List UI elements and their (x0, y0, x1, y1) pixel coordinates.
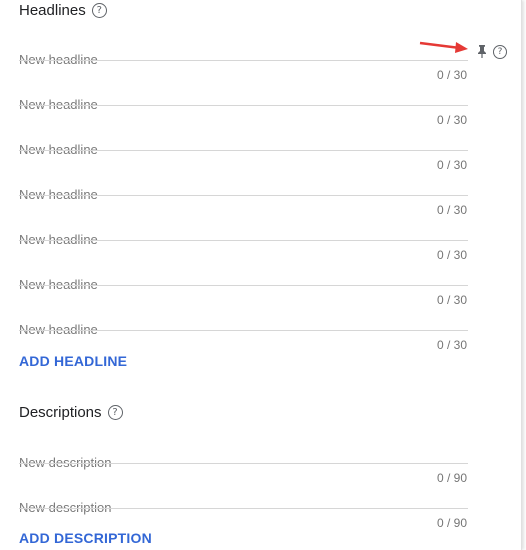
headlines-title-text: Headlines (19, 2, 86, 19)
pin-icon[interactable] (477, 45, 487, 58)
descriptions-title-text: Descriptions (19, 404, 102, 421)
headline-counter-5: 0 / 30 (436, 248, 467, 262)
headline-input-5[interactable] (19, 224, 439, 254)
headline-input-4[interactable] (19, 179, 439, 209)
headline-counter-7: 0 / 30 (436, 338, 467, 352)
description-underline-1 (19, 463, 468, 464)
description-counter-2: 0 / 90 (436, 516, 467, 530)
headline-counter-6: 0 / 30 (436, 293, 467, 307)
headline-underline-4 (19, 195, 468, 196)
headline-counter-3: 0 / 30 (436, 158, 467, 172)
headlines-help-icon[interactable]: ? (91, 3, 107, 18)
headline-field-6: 0 / 30 (19, 269, 468, 313)
headline-field-7: 0 / 30 (19, 314, 468, 358)
headlines-title: Headlines ? (19, 2, 107, 19)
headline-underline-6 (19, 285, 468, 286)
headline-input-1[interactable] (19, 44, 439, 74)
description-counter-1: 0 / 90 (436, 471, 467, 485)
description-input-1[interactable] (19, 447, 439, 477)
headline-field-4: 0 / 30 (19, 179, 468, 223)
headline-underline-5 (19, 240, 468, 241)
headline-counter-4: 0 / 30 (436, 203, 467, 217)
description-input-2[interactable] (19, 492, 439, 522)
headline-underline-7 (19, 330, 468, 331)
headline-field-3: 0 / 30 (19, 134, 468, 178)
headline-underline-1 (19, 60, 468, 61)
ad-form-panel: Headlines ? ? 0 / 30 0 / 30 0 / 30 0 / 3… (0, 0, 522, 550)
headline-field-2: 0 / 30 (19, 89, 468, 133)
descriptions-title: Descriptions ? (19, 404, 123, 421)
headline-input-3[interactable] (19, 134, 439, 164)
headline-input-7[interactable] (19, 314, 439, 344)
add-description-button[interactable]: ADD DESCRIPTION (19, 530, 152, 546)
headline-underline-2 (19, 105, 468, 106)
headline-field-5: 0 / 30 (19, 224, 468, 268)
headline-field-1: 0 / 30 (19, 44, 468, 88)
description-underline-2 (19, 508, 468, 509)
pin-help-icon[interactable]: ? (493, 45, 507, 59)
add-headline-button[interactable]: ADD HEADLINE (19, 353, 127, 369)
headline-input-6[interactable] (19, 269, 439, 299)
headline-underline-3 (19, 150, 468, 151)
description-field-1: 0 / 90 (19, 447, 468, 491)
descriptions-help-icon[interactable]: ? (107, 405, 123, 420)
headline-counter-2: 0 / 30 (436, 113, 467, 127)
headline-input-2[interactable] (19, 89, 439, 119)
headline-counter-1: 0 / 30 (436, 68, 467, 82)
